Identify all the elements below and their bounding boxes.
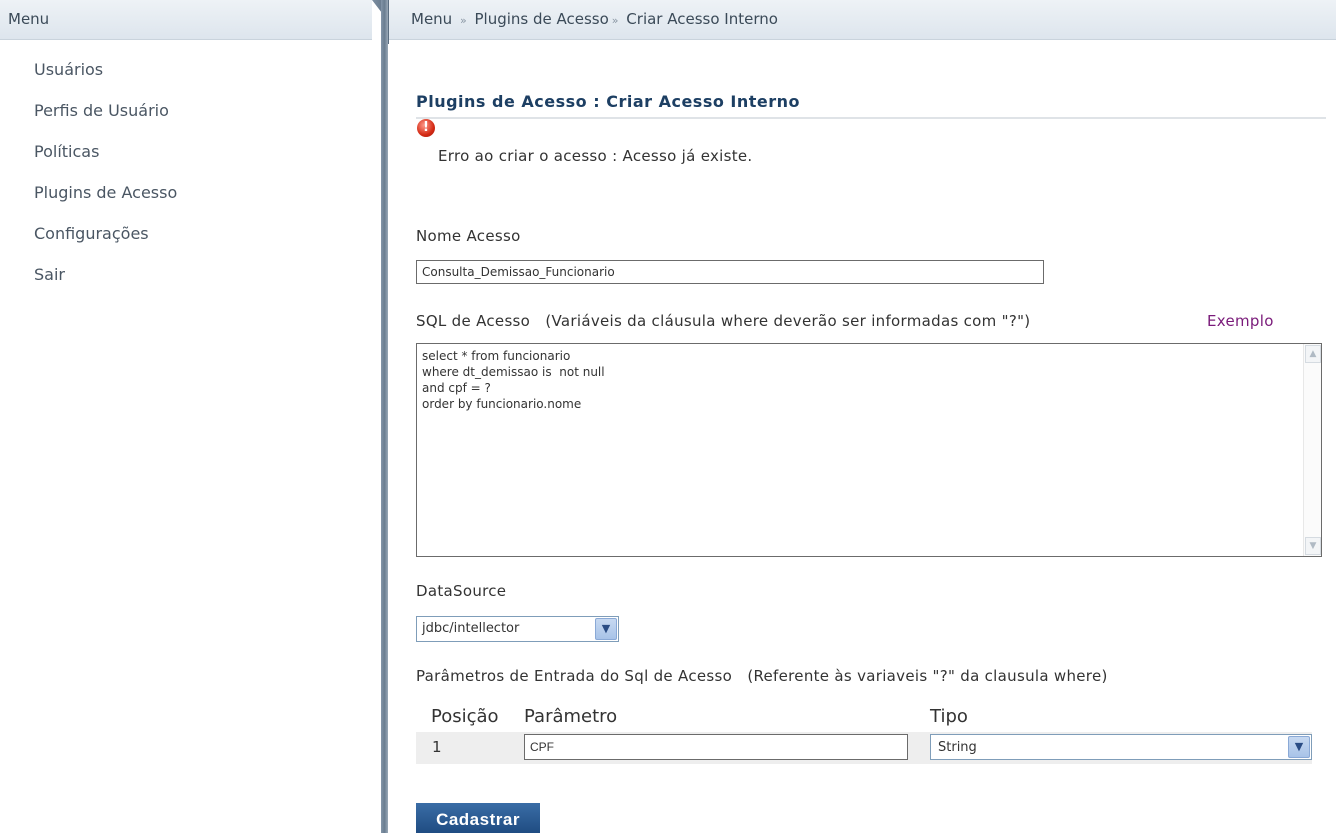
- error-message: Erro ao criar o acesso : Acesso já exist…: [438, 147, 753, 165]
- error-icon: !: [417, 119, 435, 137]
- column-header-parametro: Parâmetro: [524, 706, 618, 727]
- nome-acesso-input[interactable]: [416, 260, 1044, 284]
- sidebar-title: Menu: [0, 0, 372, 40]
- sidebar-item-usuarios[interactable]: Usuários: [0, 60, 372, 101]
- divider-bar[interactable]: [381, 0, 388, 833]
- sidebar-menu: Usuários Perfis de Usuário Políticas Plu…: [0, 40, 372, 306]
- parametros-label: Parâmetros de Entrada do Sql de Acesso (…: [416, 667, 1108, 685]
- sql-acesso-box: ▲ ▼: [416, 343, 1322, 557]
- parametro-input[interactable]: [524, 734, 908, 760]
- tipo-value: String: [938, 740, 977, 755]
- table-header: Posição Parâmetro Tipo: [416, 702, 1312, 732]
- tipo-select[interactable]: String ▼: [930, 734, 1312, 760]
- sidebar-item-politicas[interactable]: Políticas: [0, 142, 372, 183]
- datasource-value: jdbc/intellector: [422, 621, 520, 636]
- sql-scrollbar[interactable]: ▲ ▼: [1303, 344, 1321, 556]
- chevron-down-icon[interactable]: ▼: [1288, 736, 1310, 758]
- sql-acesso-label: SQL de Acesso (Variáveis da cláusula whe…: [416, 312, 1031, 330]
- breadcrumb-section[interactable]: Plugins de Acesso: [474, 10, 608, 28]
- column-header-posicao: Posição: [431, 706, 499, 727]
- sidebar-item-plugins[interactable]: Plugins de Acesso: [0, 183, 372, 224]
- table-row: 1 String ▼: [416, 732, 1312, 764]
- datasource-label: DataSource: [416, 582, 507, 600]
- exemplo-link[interactable]: Exemplo: [1207, 312, 1274, 330]
- sidebar-item-perfis[interactable]: Perfis de Usuário: [0, 101, 372, 142]
- sql-acesso-textarea[interactable]: [422, 348, 1292, 548]
- row-posicao: 1: [432, 738, 442, 756]
- breadcrumb: Menu » Plugins de Acesso» Criar Acesso I…: [389, 0, 1336, 40]
- sidebar-divider[interactable]: [372, 0, 389, 833]
- title-divider: [416, 117, 1326, 119]
- breadcrumb-separator: »: [611, 14, 619, 27]
- breadcrumb-separator: »: [459, 14, 467, 27]
- column-header-tipo: Tipo: [930, 706, 968, 727]
- sidebar-item-configuracoes[interactable]: Configurações: [0, 224, 372, 265]
- sidebar-item-sair[interactable]: Sair: [0, 265, 372, 306]
- datasource-select[interactable]: jdbc/intellector ▼: [416, 616, 619, 642]
- chevron-down-icon[interactable]: ▼: [595, 618, 617, 640]
- scroll-down-icon[interactable]: ▼: [1305, 537, 1321, 555]
- page-title: Plugins de Acesso : Criar Acesso Interno: [416, 92, 801, 111]
- nome-acesso-label: Nome Acesso: [416, 227, 521, 245]
- cadastrar-button[interactable]: Cadastrar: [416, 803, 540, 833]
- breadcrumb-root[interactable]: Menu: [411, 10, 452, 28]
- sidebar: Menu Usuários Perfis de Usuário Política…: [0, 0, 372, 833]
- parametros-table: Posição Parâmetro Tipo 1 String ▼: [416, 702, 1312, 764]
- breadcrumb-current: Criar Acesso Interno: [626, 10, 778, 28]
- scroll-up-icon[interactable]: ▲: [1305, 345, 1321, 363]
